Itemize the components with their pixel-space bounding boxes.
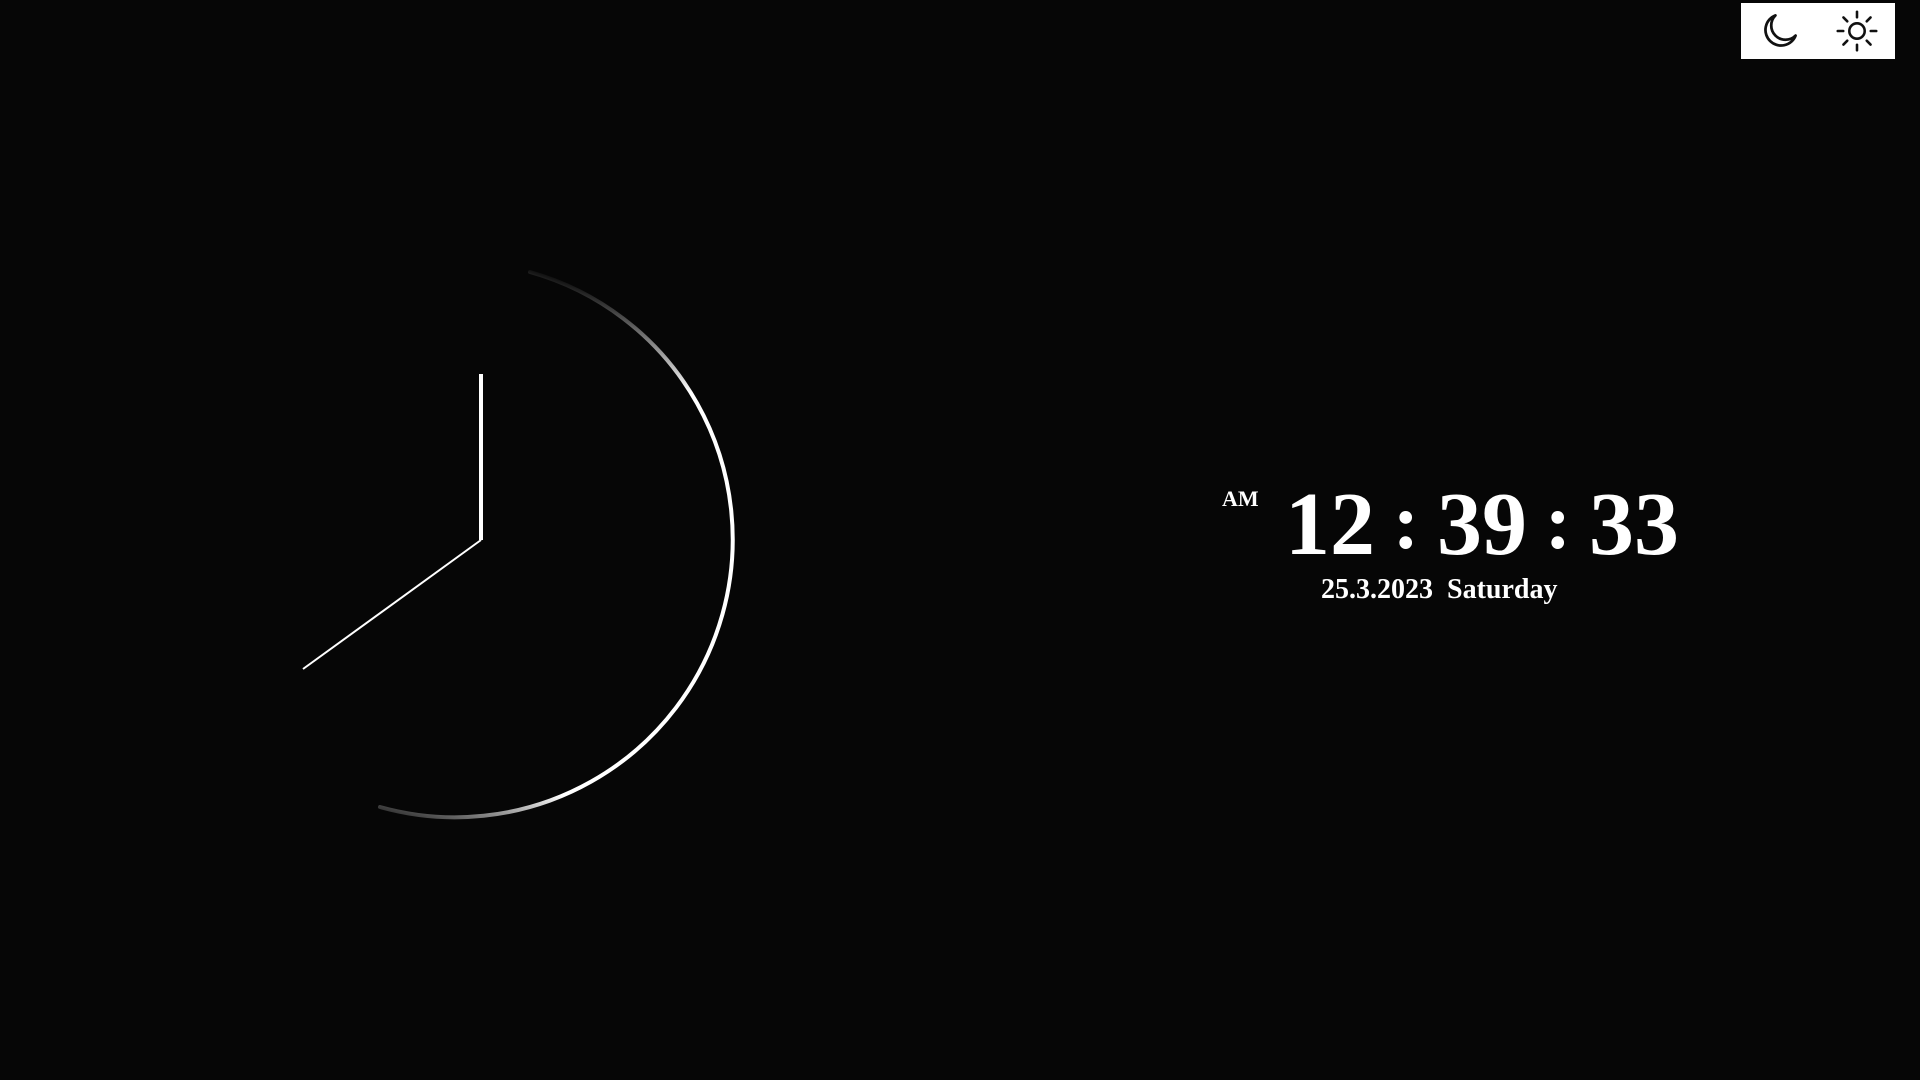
time-separator: : (1544, 478, 1571, 565)
dark-mode-button[interactable] (1752, 3, 1808, 59)
date-display: 25.3.2023 Saturday (1321, 576, 1557, 604)
minutes-value: 39 (1436, 475, 1527, 574)
date-value: 25.3.2023 (1321, 574, 1433, 605)
seconds-value: 33 (1588, 475, 1679, 574)
minute-hand (302, 539, 482, 670)
theme-toggle (1741, 3, 1895, 59)
time-separator: : (1393, 478, 1419, 565)
clock-rim (378, 270, 735, 820)
light-mode-button[interactable] (1829, 3, 1885, 59)
meridiem-label: AM (1222, 486, 1259, 511)
hours-value: 12 (1285, 475, 1375, 574)
weekday-value: Saturday (1447, 574, 1558, 605)
sun-icon (1835, 10, 1878, 52)
digital-clock: AM 12:39:33 25.3.2023 Saturday (1210, 470, 1710, 610)
moon-icon (1763, 14, 1797, 47)
digital-time: 12:39:33 (1285, 470, 1679, 583)
